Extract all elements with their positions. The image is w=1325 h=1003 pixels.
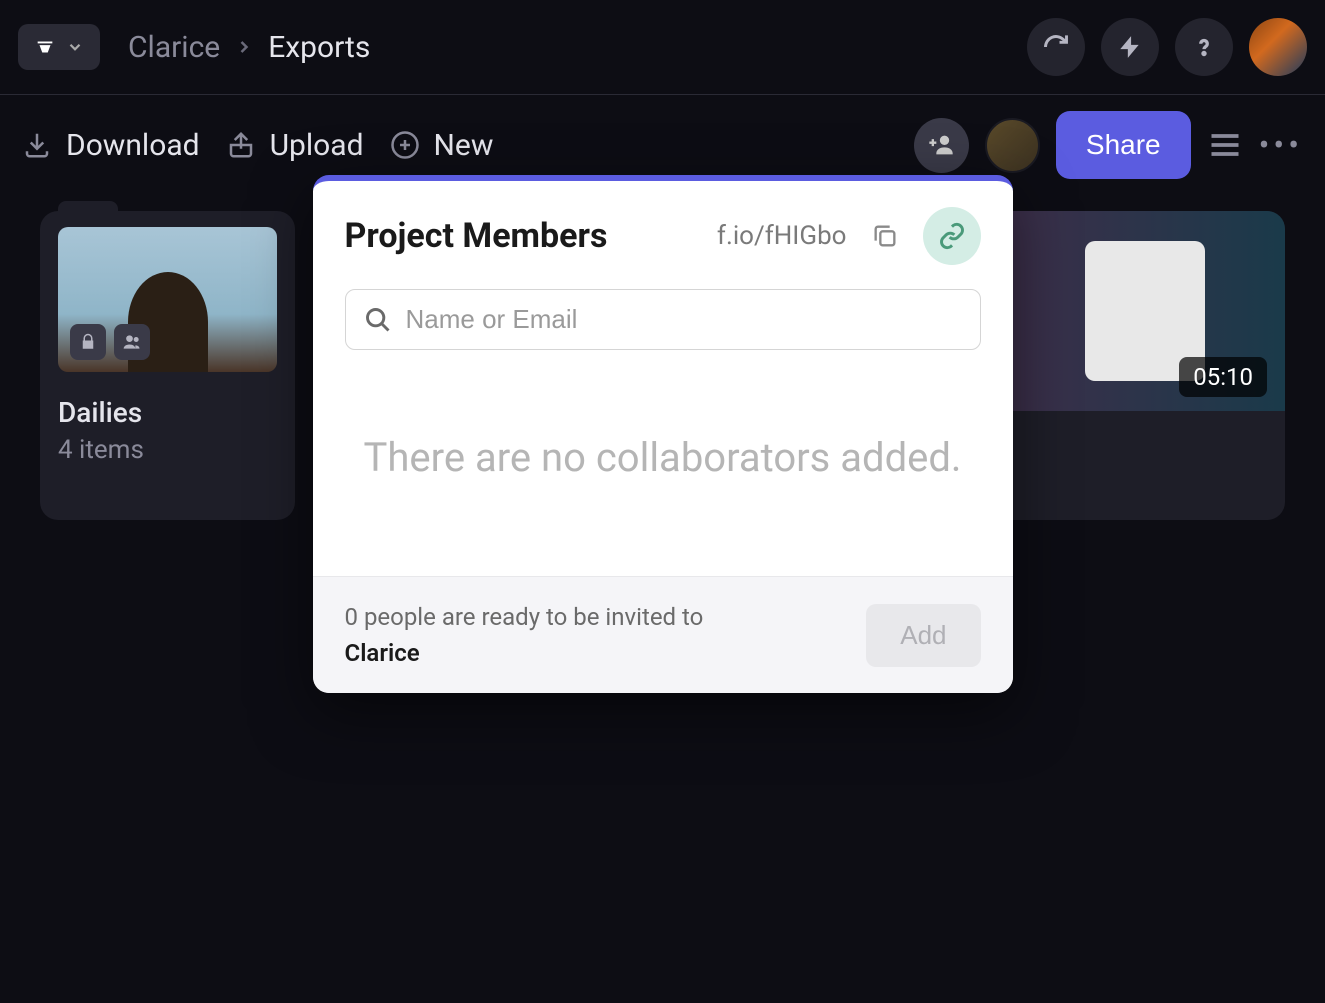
modal-footer: 0 people are ready to be invited to Clar… [313, 576, 1013, 693]
empty-state-text: There are no collaborators added. [353, 430, 973, 486]
copy-link-button[interactable] [865, 216, 905, 256]
footer-project-name: Clarice [345, 639, 420, 667]
link-settings-button[interactable] [923, 207, 981, 265]
project-members-modal: Project Members f.io/fHIGbo There are no… [313, 175, 1013, 693]
footer-text: 0 people are ready to be invited to Clar… [345, 599, 704, 671]
add-button[interactable]: Add [866, 604, 980, 667]
modal-overlay[interactable]: Project Members f.io/fHIGbo There are no… [0, 0, 1325, 1003]
modal-header: Project Members f.io/fHIGbo [313, 181, 1013, 275]
copy-icon [871, 222, 899, 250]
search-box[interactable] [345, 289, 981, 350]
search-input[interactable] [406, 304, 962, 335]
modal-body: There are no collaborators added. [313, 370, 1013, 576]
search-icon [364, 306, 392, 334]
footer-invite-count: 0 people are ready to be invited to [345, 603, 704, 631]
modal-title: Project Members [345, 216, 608, 256]
modal-share-link[interactable]: f.io/fHIGbo [717, 221, 847, 251]
link-icon [938, 222, 966, 250]
modal-search-row [313, 275, 1013, 370]
